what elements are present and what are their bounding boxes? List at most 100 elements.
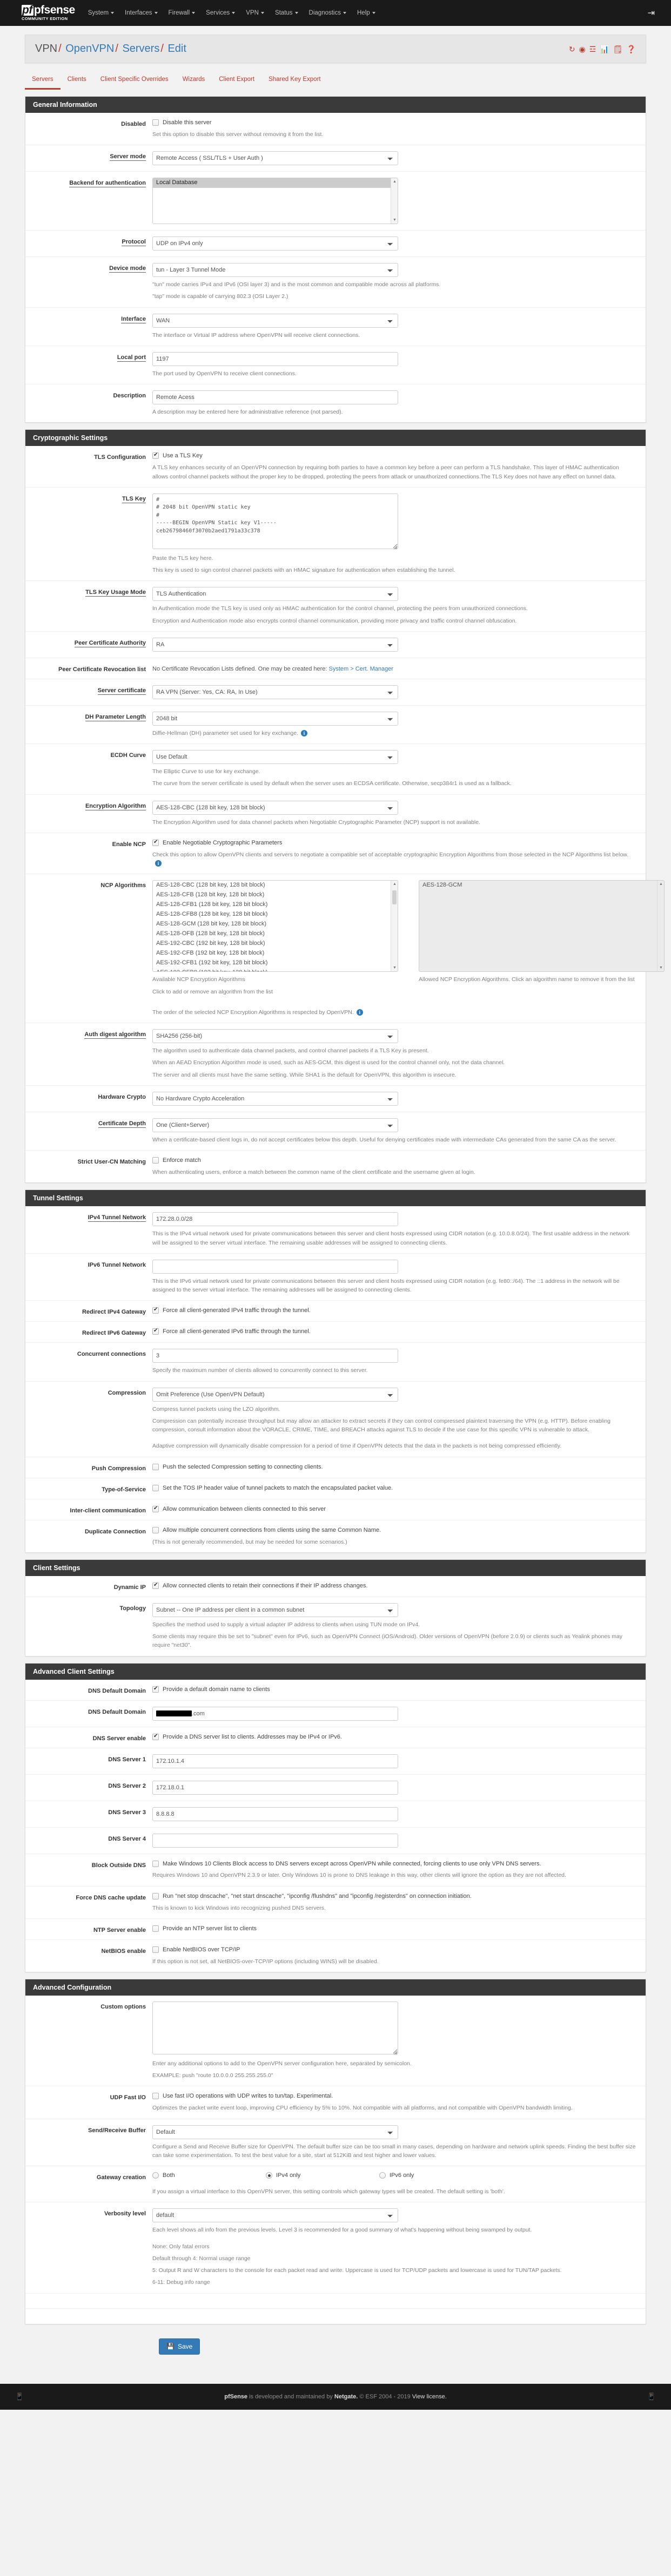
udp-fast-io-checkbox[interactable]: Use fast I/O operations with UDP writes … xyxy=(152,2092,636,2100)
tab-client-export[interactable]: Client Export xyxy=(212,73,261,90)
info-icon[interactable]: i xyxy=(356,1009,363,1016)
certificate-depth-select[interactable]: One (Client+Server) xyxy=(152,1118,398,1132)
ncp-available-option[interactable]: AES-192-CFB (192 bit key, 128 bit block) xyxy=(153,949,398,958)
nav-item-system[interactable]: System xyxy=(83,6,119,19)
compression-select[interactable]: Omit Preference (Use OpenVPN Default) xyxy=(152,1387,398,1402)
scroll-thumb[interactable] xyxy=(392,890,397,905)
ncp-available-option[interactable]: AES-192-CFB8 (192 bit key, 128 bit block… xyxy=(153,968,398,972)
ipv6-tunnel-network-input[interactable] xyxy=(152,1259,398,1274)
interface-select[interactable]: WAN xyxy=(152,313,398,328)
ntp-server-enable-checkbox[interactable]: Provide an NTP server list to clients xyxy=(152,1925,636,1933)
scroll-down-icon[interactable]: ▼ xyxy=(393,966,397,970)
footer-license-link[interactable]: View license. xyxy=(412,2394,447,2400)
ncp-available-option[interactable]: AES-192-CBC (192 bit key, 128 bit block) xyxy=(153,939,398,949)
sliders-icon[interactable]: ☲ xyxy=(589,45,596,53)
auth-digest-algorithm-select[interactable]: SHA256 (256-bit) xyxy=(152,1029,398,1044)
concurrent-connections-input[interactable] xyxy=(152,1349,398,1363)
peer-ca-select[interactable]: RA xyxy=(152,637,398,652)
backend-auth-multiselect[interactable]: Local Database ▲ ▼ xyxy=(152,178,398,225)
tab-shared-key-export[interactable]: Shared Key Export xyxy=(261,73,328,90)
topology-select[interactable]: Subnet -- One IP address per client in a… xyxy=(152,1603,398,1617)
tab-clients[interactable]: Clients xyxy=(61,73,93,90)
redirect-ipv6-gateway-checkbox[interactable]: Force all client-generated IPv6 traffic … xyxy=(152,1328,636,1336)
gateway-creation-ipv4-radio[interactable]: IPv4 only xyxy=(266,2172,379,2179)
dns-server-1-input[interactable] xyxy=(152,1754,398,1768)
ncp-available-option[interactable]: AES-128-GCM (128 bit key, 128 bit block) xyxy=(153,919,398,929)
disable-server-checkbox[interactable]: Disable this server xyxy=(152,119,636,127)
ncp-available-option[interactable]: AES-128-CFB (128 bit key, 128 bit block) xyxy=(153,890,398,900)
footer-left-icon[interactable]: 📱 xyxy=(15,2392,24,2401)
server-mode-select[interactable]: Remote Access ( SSL/TLS + User Auth ) xyxy=(152,151,398,166)
enable-ncp-checkbox[interactable]: Enable Negotiable Cryptographic Paramete… xyxy=(152,839,636,847)
description-input[interactable] xyxy=(152,390,398,405)
inter-client-communication-checkbox[interactable]: Allow communication between clients conn… xyxy=(152,1505,636,1513)
verbosity-level-select[interactable]: default xyxy=(152,2208,398,2223)
tab-wizards[interactable]: Wizards xyxy=(176,73,212,90)
nav-item-firewall[interactable]: Firewall xyxy=(163,6,201,19)
scroll-up-icon[interactable]: ▲ xyxy=(393,180,397,184)
tls-key-usage-mode-select[interactable]: TLS Authentication xyxy=(152,587,398,601)
ncp-allowed-option[interactable]: AES-128-GCM xyxy=(419,881,664,891)
ncp-available-multiselect[interactable]: AES-128-CBC (128 bit key, 128 bit block)… xyxy=(152,880,398,972)
ncp-available-option[interactable]: AES-128-CFB1 (128 bit key, 128 bit block… xyxy=(153,900,398,910)
restart-service-icon[interactable]: ↻ xyxy=(569,45,575,53)
gateway-creation-ipv6-radio[interactable]: IPv6 only xyxy=(379,2172,493,2179)
ncp-available-option[interactable]: AES-128-OFB (128 bit key, 128 bit block) xyxy=(153,929,398,939)
type-of-service-checkbox[interactable]: Set the TOS IP header value of tunnel pa… xyxy=(152,1484,636,1492)
scrollbar[interactable]: ▲ ▼ xyxy=(391,881,398,972)
nav-item-status[interactable]: Status xyxy=(270,6,304,19)
scroll-down-icon[interactable]: ▼ xyxy=(393,218,397,222)
logout-icon[interactable]: ⇥ xyxy=(648,9,655,18)
dns-server-2-input[interactable] xyxy=(152,1780,398,1795)
info-icon[interactable]: i xyxy=(155,860,162,867)
hardware-crypto-select[interactable]: No Hardware Crypto Acceleration xyxy=(152,1091,398,1106)
nav-item-interfaces[interactable]: Interfaces xyxy=(119,6,163,19)
breadcrumb-openvpn[interactable]: OpenVPN xyxy=(65,43,114,55)
scrollbar[interactable]: ▲ ▼ xyxy=(657,881,664,972)
resize-handle-icon[interactable]: ◢ xyxy=(393,544,397,550)
resize-handle-icon[interactable]: ◢ xyxy=(393,2050,397,2056)
stop-service-icon[interactable]: ◉ xyxy=(579,45,586,53)
server-certificate-select[interactable]: RA VPN (Server: Yes, CA: RA, In Use) xyxy=(152,685,398,699)
redirect-ipv4-gateway-checkbox[interactable]: Force all client-generated IPv4 traffic … xyxy=(152,1307,636,1315)
save-button[interactable]: 💾 Save xyxy=(159,2338,200,2355)
dns-server-4-input[interactable] xyxy=(152,1833,398,1848)
protocol-select[interactable]: UDP on IPv4 only xyxy=(152,236,398,251)
nav-item-vpn[interactable]: VPN xyxy=(240,6,270,19)
dns-default-domain-enable-checkbox[interactable]: Provide a default domain name to clients xyxy=(152,1686,636,1694)
duplicate-connection-checkbox[interactable]: Allow multiple concurrent connections fr… xyxy=(152,1526,636,1534)
brand-logo[interactable]: pf pfsense COMMUNITY EDITION xyxy=(22,4,75,21)
breadcrumb-servers[interactable]: Servers xyxy=(122,43,159,55)
nav-item-diagnostics[interactable]: Diagnostics xyxy=(304,6,352,19)
ncp-allowed-multiselect[interactable]: AES-128-GCM ▲ ▼ xyxy=(419,880,665,972)
dns-server-3-input[interactable] xyxy=(152,1807,398,1821)
push-compression-checkbox[interactable]: Push the selected Compression setting to… xyxy=(152,1463,636,1471)
tab-client-specific-overrides[interactable]: Client Specific Overrides xyxy=(93,73,176,90)
block-outside-dns-checkbox[interactable]: Make Windows 10 Clients Block access to … xyxy=(152,1860,636,1868)
dns-server-enable-checkbox[interactable]: Provide a DNS server list to clients. Ad… xyxy=(152,1733,636,1741)
multiselect-option[interactable]: Local Database xyxy=(153,178,398,188)
nav-item-help[interactable]: Help xyxy=(352,6,381,19)
dns-default-domain-input[interactable]: .com xyxy=(152,1706,398,1721)
log-icon[interactable]: 🗒 xyxy=(613,45,623,53)
dynamic-ip-checkbox[interactable]: Allow connected clients to retain their … xyxy=(152,1582,636,1590)
breadcrumb-edit[interactable]: Edit xyxy=(167,43,186,55)
force-dns-cache-update-checkbox[interactable]: Run "net stop dnscache", "net start dnsc… xyxy=(152,1892,636,1901)
ncp-available-option[interactable]: AES-192-CFB1 (192 bit key, 128 bit block… xyxy=(153,958,398,968)
ecdh-curve-select[interactable]: Use Default xyxy=(152,750,398,765)
chart-icon[interactable]: 📊 xyxy=(600,45,609,53)
local-port-input[interactable] xyxy=(152,351,398,366)
info-icon[interactable]: i xyxy=(301,730,308,736)
gateway-creation-both-radio[interactable]: Both xyxy=(152,2172,266,2179)
nav-item-services[interactable]: Services xyxy=(200,6,240,19)
send-receive-buffer-select[interactable]: Default xyxy=(152,2125,398,2139)
tls-key-textarea[interactable]: # # 2048 bit OpenVPN static key # -----B… xyxy=(152,493,398,549)
use-tls-key-checkbox[interactable]: Use a TLS Key xyxy=(152,452,636,460)
encryption-algorithm-select[interactable]: AES-128-CBC (128 bit key, 128 bit block) xyxy=(152,800,398,815)
enforce-match-checkbox[interactable]: Enforce match xyxy=(152,1157,636,1165)
footer-right-icon[interactable]: 📱 xyxy=(647,2392,656,2401)
scroll-up-icon[interactable]: ▲ xyxy=(393,882,397,886)
help-icon[interactable]: ❓ xyxy=(627,45,636,53)
tab-servers[interactable]: Servers xyxy=(25,73,61,90)
ipv4-tunnel-network-input[interactable] xyxy=(152,1212,398,1227)
